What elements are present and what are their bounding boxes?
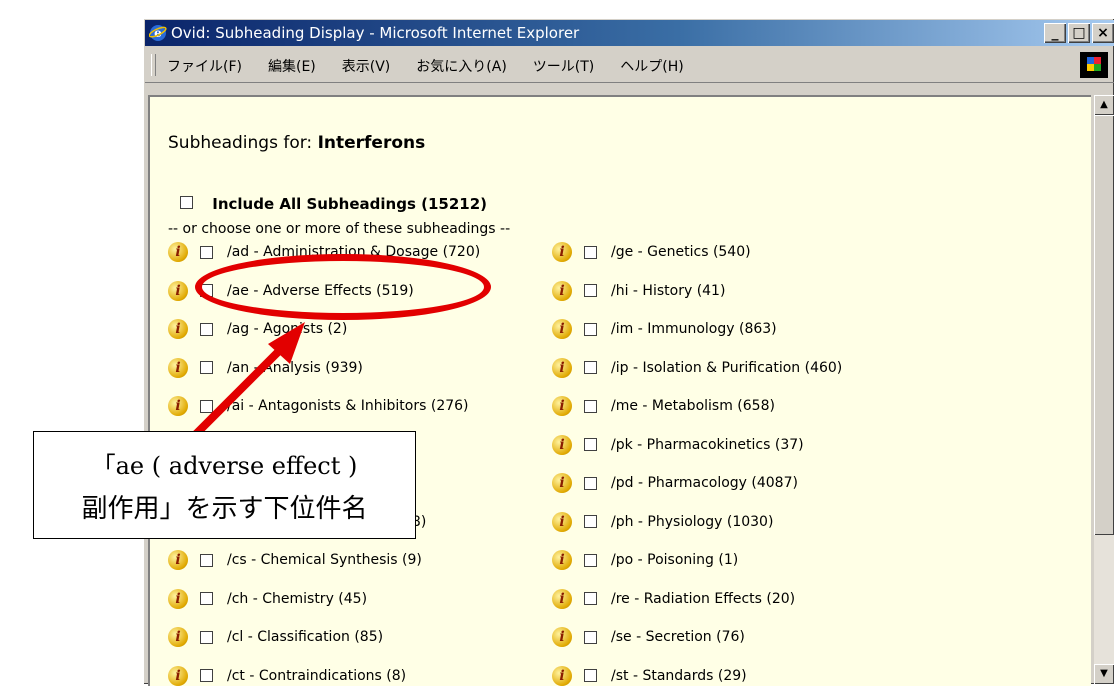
- annotation-callout: 「ae ( adverse effect ) 副作用」を示す下位件名: [33, 431, 416, 539]
- annotation-arrow: [0, 0, 1114, 684]
- callout-line-2: 副作用」を示す下位件名: [34, 488, 415, 525]
- callout-line-1: 「ae ( adverse effect ): [34, 446, 415, 481]
